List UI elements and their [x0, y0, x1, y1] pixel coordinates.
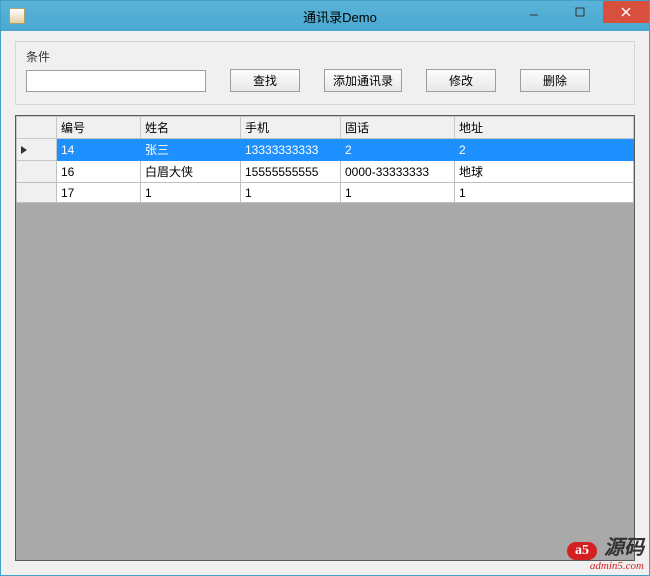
cell[interactable]: 15555555555	[241, 161, 341, 183]
app-window: 通讯录Demo 条件 查找 添加通讯录 修改 删除	[0, 0, 650, 576]
close-button[interactable]	[603, 1, 649, 23]
cell[interactable]: 1	[341, 183, 455, 203]
col-header-tel[interactable]: 固话	[341, 117, 455, 139]
row-header-corner[interactable]	[17, 117, 57, 139]
table-row[interactable]: 14张三1333333333322	[17, 139, 634, 161]
cell[interactable]: 16	[57, 161, 141, 183]
cell[interactable]: 2	[455, 139, 634, 161]
add-contact-button[interactable]: 添加通讯录	[324, 69, 402, 92]
delete-button[interactable]: 删除	[520, 69, 590, 92]
data-grid[interactable]: 编号 姓名 手机 固话 地址 14张三133333333332216白眉大侠15…	[15, 115, 635, 561]
col-header-mobile[interactable]: 手机	[241, 117, 341, 139]
search-button[interactable]: 查找	[230, 69, 300, 92]
col-header-name[interactable]: 姓名	[141, 117, 241, 139]
minimize-icon	[529, 7, 539, 17]
app-icon	[9, 8, 25, 24]
cell[interactable]: 张三	[141, 139, 241, 161]
client-area: 条件 查找 添加通讯录 修改 删除 编号 姓名 手机	[1, 31, 649, 575]
cell[interactable]: 2	[341, 139, 455, 161]
cell[interactable]: 17	[57, 183, 141, 203]
grid-header-row: 编号 姓名 手机 固话 地址	[17, 117, 634, 139]
cell[interactable]: 1	[141, 183, 241, 203]
maximize-icon	[575, 7, 585, 17]
condition-label: 条件	[26, 48, 624, 65]
search-input[interactable]	[26, 70, 206, 92]
current-row-indicator-icon	[21, 146, 27, 154]
cell[interactable]: 1	[455, 183, 634, 203]
cell[interactable]: 13333333333	[241, 139, 341, 161]
cell[interactable]: 地球	[455, 161, 634, 183]
cell[interactable]: 1	[241, 183, 341, 203]
toolbar-row: 查找 添加通讯录 修改 删除	[26, 69, 624, 92]
col-header-id[interactable]: 编号	[57, 117, 141, 139]
maximize-button[interactable]	[557, 1, 603, 23]
row-header[interactable]	[17, 183, 57, 203]
row-header[interactable]	[17, 139, 57, 161]
titlebar[interactable]: 通讯录Demo	[1, 1, 649, 31]
table-row[interactable]: 171111	[17, 183, 634, 203]
minimize-button[interactable]	[511, 1, 557, 23]
cell[interactable]: 0000-33333333	[341, 161, 455, 183]
cell[interactable]: 14	[57, 139, 141, 161]
close-icon	[621, 7, 631, 17]
row-header[interactable]	[17, 161, 57, 183]
cell[interactable]: 白眉大侠	[141, 161, 241, 183]
edit-button[interactable]: 修改	[426, 69, 496, 92]
col-header-addr[interactable]: 地址	[455, 117, 634, 139]
search-panel: 条件 查找 添加通讯录 修改 删除	[15, 41, 635, 105]
table-row[interactable]: 16白眉大侠155555555550000-33333333地球	[17, 161, 634, 183]
window-controls	[511, 1, 649, 23]
